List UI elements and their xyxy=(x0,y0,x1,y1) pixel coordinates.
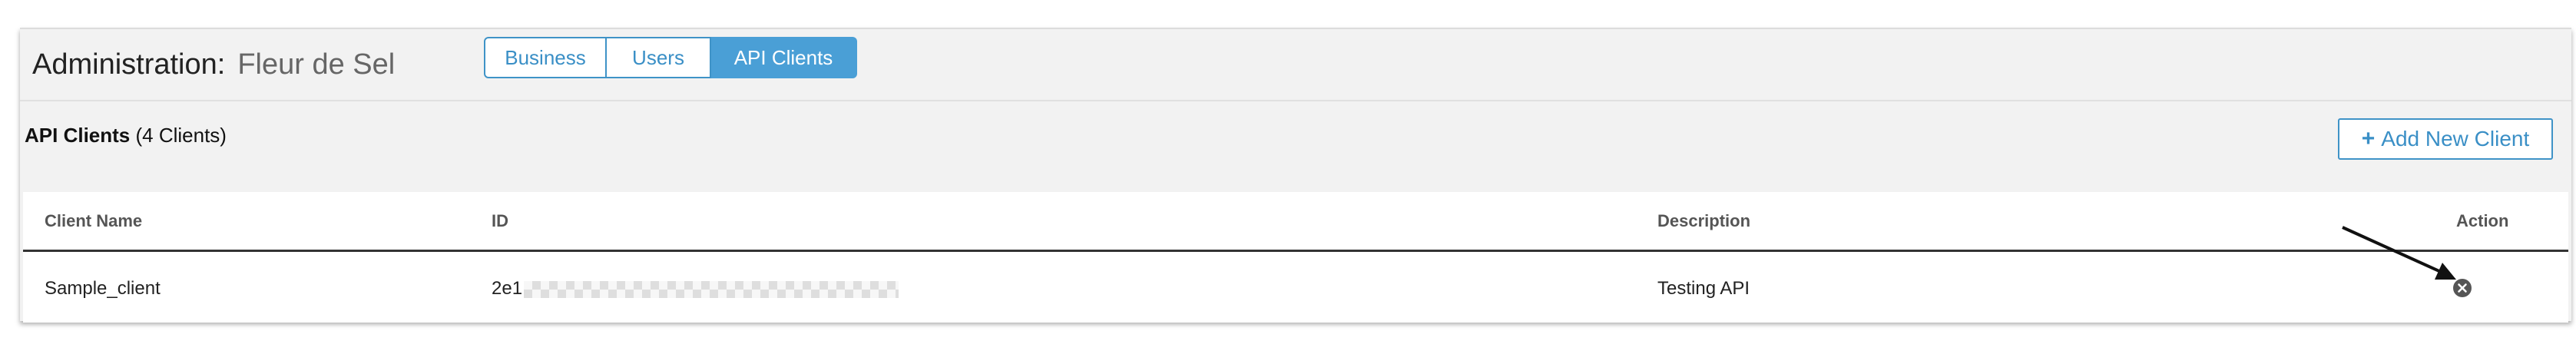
column-header-client-name[interactable]: Client Name xyxy=(45,192,142,250)
column-header-action: Action xyxy=(2456,211,2509,230)
client-name-cell: Sample_client xyxy=(45,278,161,299)
add-new-client-label: Add New Client xyxy=(2381,127,2530,151)
admin-header: Administration: Fleur de Sel Business Use… xyxy=(20,29,2571,100)
delete-client-button[interactable] xyxy=(2452,278,2472,298)
client-count: (4 Clients) xyxy=(135,124,227,147)
page-title: Administration: Fleur de Sel xyxy=(32,37,395,92)
redacted-id-mask xyxy=(524,280,899,298)
admin-tabs: Business Users API Clients xyxy=(484,37,857,78)
client-id-text: 2e1 xyxy=(492,278,523,299)
column-header-description[interactable]: Description xyxy=(1657,192,1750,250)
admin-panel: Administration: Fleur de Sel Business Use… xyxy=(20,28,2571,323)
api-clients-table: Client Name ID Description Action Sample… xyxy=(23,192,2568,323)
client-id-cell: 2e1 xyxy=(492,254,899,323)
description-cell: Testing API xyxy=(1657,278,1750,299)
header-divider xyxy=(20,100,2571,101)
section-heading: API Clients (4 Clients) xyxy=(25,118,227,152)
section-title: API Clients xyxy=(25,124,131,147)
plus-icon: + xyxy=(2361,126,2376,151)
tab-business[interactable]: Business xyxy=(484,37,607,78)
tab-users[interactable]: Users xyxy=(607,37,711,78)
page-title-label: Administration: xyxy=(32,48,226,81)
add-new-client-button[interactable]: + Add New Client xyxy=(2338,118,2553,160)
column-header-id[interactable]: ID xyxy=(492,192,508,250)
tab-api-clients[interactable]: API Clients xyxy=(711,37,857,78)
business-name: Fleur de Sel xyxy=(237,48,396,81)
table-header: Client Name ID Description Action xyxy=(23,192,2568,252)
table-row: Sample_client 2e1 Testing API xyxy=(23,254,2568,323)
